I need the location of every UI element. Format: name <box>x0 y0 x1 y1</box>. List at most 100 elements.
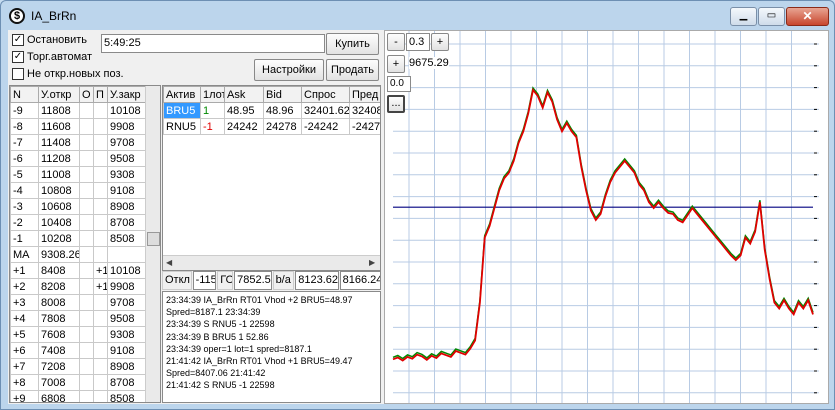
levels-header-cell[interactable]: У.закр <box>107 86 146 103</box>
levels-cell: -8 <box>10 118 39 135</box>
levels-cell: -1 <box>10 230 39 247</box>
assets-header-cell[interactable]: Ask <box>224 86 264 103</box>
levels-scrollbar[interactable] <box>145 86 160 402</box>
levels-cell <box>93 358 108 375</box>
scrollbar-thumb[interactable] <box>147 232 160 246</box>
assets-header-cell[interactable]: 1лот <box>200 86 225 103</box>
levels-cell: 8708 <box>107 374 146 391</box>
levels-cell: 11408 <box>38 134 80 151</box>
table-row[interactable]: +9 6808 8508 <box>10 390 146 402</box>
levels-cell <box>93 214 108 231</box>
sell-button[interactable]: Продать <box>326 59 379 81</box>
minimize-button[interactable]: ▁ <box>730 7 757 26</box>
assets-cell: -1 <box>200 118 225 135</box>
table-row[interactable]: -3 10608 8908 <box>10 198 146 215</box>
levels-cell: 10408 <box>38 214 80 231</box>
table-row[interactable]: +3 8008 9708 <box>10 294 146 311</box>
series-line-green <box>392 86 814 360</box>
levels-cell <box>79 358 94 375</box>
levels-cell: 9108 <box>107 182 146 199</box>
levels-header-cell[interactable]: П <box>93 86 108 103</box>
checkbox-box[interactable]: ✓ <box>12 51 24 63</box>
table-row[interactable]: -9 11808 10108 <box>10 102 146 119</box>
levels-header-cell[interactable]: У.откр <box>38 86 80 103</box>
spread-chart[interactable] <box>385 31 828 403</box>
buy-button[interactable]: Купить <box>326 33 379 55</box>
deviation-value: -1157 <box>192 271 217 290</box>
levels-cell <box>93 246 108 263</box>
assets-table: Актив 1лот Ask Bid Спрос Пред BRU5 1 48.95 48.96… <box>162 85 381 271</box>
levels-cell: 11008 <box>38 166 80 183</box>
table-row[interactable]: +1 8408 +1 10108 <box>10 262 146 279</box>
table-row[interactable]: RNU5 -1 24242 24278 -24242 -2427 <box>163 118 380 135</box>
levels-cell: 7008 <box>38 374 80 391</box>
zoom-field[interactable]: 0.3 <box>406 33 430 51</box>
levels-cell: +7 <box>10 358 39 375</box>
assets-header-cell[interactable]: Bid <box>263 86 302 103</box>
zoom-out-button[interactable]: - <box>387 33 405 51</box>
table-row[interactable]: -6 11208 9508 <box>10 150 146 167</box>
table-row[interactable]: -1 10208 8508 <box>10 230 146 247</box>
levels-cell: -7 <box>10 134 39 151</box>
levels-cell: 7608 <box>38 326 80 343</box>
no-new-positions-checkbox[interactable]: Не откр.новых поз. <box>12 68 124 80</box>
levels-cell <box>93 310 108 327</box>
close-button[interactable]: ✕ <box>786 7 829 26</box>
assets-cell: 48.96 <box>263 102 302 119</box>
assets-cell: 32401.62 <box>301 102 350 119</box>
series-line-red <box>392 87 814 362</box>
levels-header-cell[interactable]: N <box>10 86 39 103</box>
auto-trade-checkbox[interactable]: ✓ Торг.автомат <box>12 51 92 63</box>
table-row[interactable]: +6 7408 9108 <box>10 342 146 359</box>
table-row[interactable]: +2 8208 +1 9908 <box>10 278 146 295</box>
zoom-in-button[interactable]: + <box>431 33 449 51</box>
levels-cell: 9508 <box>107 150 146 167</box>
levels-cell: 9508 <box>107 310 146 327</box>
levels-cell <box>79 246 94 263</box>
assets-cell: 1 <box>200 102 225 119</box>
checkbox-box[interactable] <box>12 68 24 80</box>
table-row[interactable]: -2 10408 8708 <box>10 214 146 231</box>
levels-table: N У.откр О П У.закр -9 11808 10108 -8 11608 9908-… <box>9 85 161 403</box>
assets-horizontal-scrollbar[interactable]: ◀ ▶ <box>163 255 380 270</box>
levels-header-row: N У.откр О П У.закр <box>10 86 146 103</box>
levels-cell: 8008 <box>38 294 80 311</box>
maximize-button[interactable]: ▭ <box>758 7 785 26</box>
levels-cell <box>79 390 94 402</box>
table-row[interactable]: BRU5 1 48.95 48.96 32401.62 32408 <box>163 102 380 119</box>
scroll-right-icon[interactable]: ▶ <box>369 258 375 267</box>
offset-field[interactable]: 0.0 <box>387 76 411 92</box>
log-line: 23:34:39 B BRU5 1 52.86 <box>166 331 269 342</box>
table-row[interactable]: MA 9308.26 <box>10 246 146 263</box>
levels-cell: 9908 <box>107 118 146 135</box>
levels-cell: 8908 <box>107 358 146 375</box>
levels-cell: -2 <box>10 214 39 231</box>
title-bar[interactable]: $ IA_BrRn ▁ ▭ ✕ <box>1 1 834 30</box>
table-row[interactable]: -8 11608 9908 <box>10 118 146 135</box>
assets-header-cell[interactable]: Спрос <box>301 86 350 103</box>
more-button[interactable]: ... <box>387 95 405 113</box>
assets-header-cell[interactable]: Пред <box>349 86 380 103</box>
levels-cell: 10108 <box>107 262 146 279</box>
table-row[interactable]: -7 11408 9708 <box>10 134 146 151</box>
table-row[interactable]: +8 7008 8708 <box>10 374 146 391</box>
stop-checkbox[interactable]: ✓ Остановить <box>12 34 87 46</box>
time-field[interactable]: 5:49:25 <box>101 34 325 53</box>
levels-cell: +9 <box>10 390 39 402</box>
table-row[interactable]: +4 7808 9508 <box>10 310 146 327</box>
levels-header-cell[interactable]: О <box>79 86 94 103</box>
levels-cell: +1 <box>93 262 108 279</box>
levels-cell: -3 <box>10 198 39 215</box>
levels-cell <box>79 262 94 279</box>
settings-button[interactable]: Настройки <box>254 59 324 81</box>
table-row[interactable]: -4 10808 9108 <box>10 182 146 199</box>
assets-header-cell[interactable]: Актив <box>163 86 201 103</box>
levels-cell <box>79 294 94 311</box>
add-button[interactable]: + <box>387 55 405 73</box>
levels-cell: 11808 <box>38 102 80 119</box>
table-row[interactable]: +5 7608 9308 <box>10 326 146 343</box>
checkbox-box[interactable]: ✓ <box>12 34 24 46</box>
table-row[interactable]: -5 11008 9308 <box>10 166 146 183</box>
table-row[interactable]: +7 7208 8908 <box>10 358 146 375</box>
scroll-left-icon[interactable]: ◀ <box>166 258 172 267</box>
